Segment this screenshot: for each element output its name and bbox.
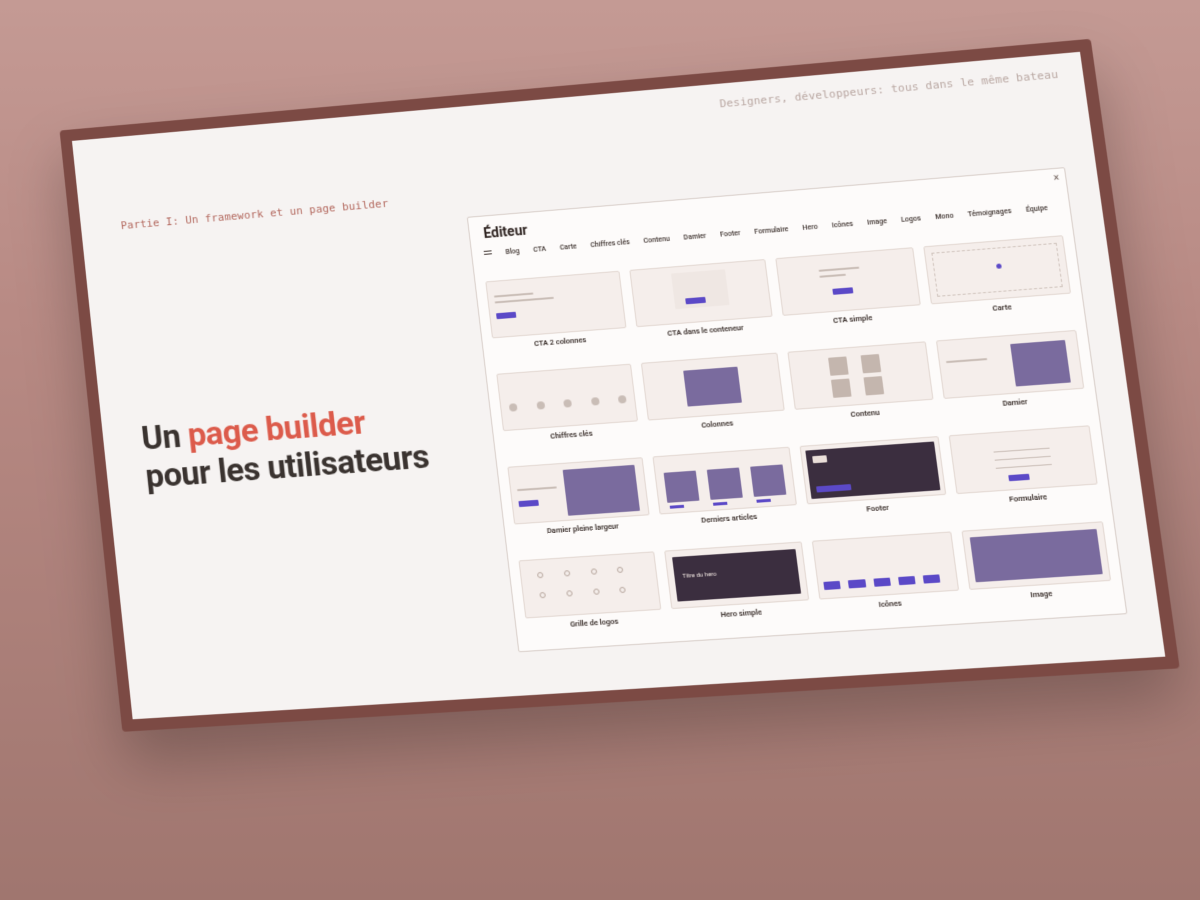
- thumb-grille-logos: [518, 551, 661, 618]
- thumb-cta-2-colonnes: [485, 271, 626, 339]
- block-label: Formulaire: [1009, 492, 1048, 504]
- block-cta-2-colonnes[interactable]: CTA 2 colonnes: [485, 271, 630, 366]
- close-icon[interactable]: ×: [1053, 173, 1060, 184]
- block-label: CTA 2 colonnes: [534, 335, 587, 348]
- block-label: Colonnes: [701, 418, 734, 429]
- block-footer[interactable]: Footer: [800, 436, 951, 533]
- thumb-hero-simple: Titre du hero: [664, 541, 809, 609]
- thumb-damier: [936, 330, 1084, 399]
- tab-blog[interactable]: Blog: [505, 247, 520, 256]
- slide-body: Un page builder pour les utilisateurs × …: [72, 52, 1165, 719]
- thumb-footer: [800, 436, 947, 504]
- block-icones[interactable]: Icônes: [812, 531, 963, 628]
- block-hero-simple[interactable]: Titre du hero Hero simple: [664, 541, 813, 637]
- block-image[interactable]: Image: [962, 521, 1116, 618]
- block-grille-logos[interactable]: Grille de logos: [518, 551, 664, 646]
- block-label: Damier: [1002, 397, 1028, 408]
- tab-damier[interactable]: Damier: [683, 232, 706, 242]
- editor-block-grid: CTA 2 colonnes CTA dans le conteneur CTA…: [485, 235, 1114, 640]
- tab-chiffres[interactable]: Chiffres clés: [590, 238, 630, 249]
- tab-temoignages[interactable]: Témoignages: [967, 207, 1012, 219]
- tab-menu-icon[interactable]: [484, 249, 493, 257]
- block-derniers-articles[interactable]: Derniers articles: [652, 447, 800, 543]
- tab-image[interactable]: Image: [867, 217, 888, 227]
- block-cta-simple[interactable]: CTA simple: [775, 247, 924, 344]
- block-chiffres-cles[interactable]: Chiffres clés: [496, 364, 641, 459]
- tab-mono[interactable]: Mono: [935, 212, 954, 221]
- editor-title: Éditeur: [483, 223, 529, 242]
- block-label: Icônes: [878, 598, 902, 609]
- block-colonnes[interactable]: Colonnes: [641, 353, 789, 449]
- block-label: Damier pleine largeur: [546, 521, 619, 535]
- tab-logos[interactable]: Logos: [901, 214, 922, 224]
- projected-slide: Designers, développeurs: tous dans le mê…: [60, 39, 1180, 732]
- thumb-image: [962, 521, 1112, 590]
- block-damier[interactable]: Damier: [936, 330, 1088, 427]
- block-contenu[interactable]: Contenu: [787, 341, 937, 438]
- thumb-carte: [923, 235, 1071, 304]
- tab-equipe[interactable]: Équipe: [1025, 204, 1048, 214]
- headline-prefix: Un: [139, 416, 189, 458]
- block-label: Chiffres clés: [550, 429, 593, 441]
- block-formulaire[interactable]: Formulaire: [949, 425, 1102, 522]
- block-label: CTA simple: [833, 313, 873, 325]
- thumb-cta-simple: [775, 247, 921, 316]
- tab-contenu[interactable]: Contenu: [643, 235, 670, 245]
- thumb-icones: [812, 531, 959, 599]
- thumb-cta-conteneur: [629, 259, 772, 327]
- block-carte[interactable]: Carte: [923, 235, 1075, 332]
- tab-icones[interactable]: Icônes: [831, 220, 853, 230]
- tab-formulaire[interactable]: Formulaire: [754, 225, 789, 236]
- thumb-derniers-articles: [652, 447, 796, 515]
- tab-hero[interactable]: Hero: [802, 223, 818, 232]
- block-damier-pleine-largeur[interactable]: Damier pleine largeur: [507, 457, 653, 552]
- tab-footer[interactable]: Footer: [720, 229, 741, 239]
- thumb-contenu: [787, 341, 933, 410]
- block-label: Hero simple: [720, 607, 762, 619]
- thumb-colonnes: [641, 353, 785, 421]
- map-pin-icon: [996, 264, 1002, 269]
- block-label: Carte: [992, 302, 1012, 313]
- editor-panel: × Éditeur Blog CTA Carte Chiffres clés C…: [467, 167, 1128, 652]
- block-label: Image: [1030, 589, 1053, 600]
- thumb-formulaire: [949, 425, 1098, 494]
- tab-carte[interactable]: Carte: [559, 242, 577, 251]
- slide-headline: Un page builder pour les utilisateurs: [140, 396, 478, 497]
- block-label: Contenu: [850, 408, 880, 419]
- block-label: Footer: [866, 503, 890, 514]
- thumb-damier-pleine-largeur: [507, 457, 649, 524]
- thumb-chiffres: [496, 364, 638, 432]
- block-label: Grille de logos: [570, 617, 619, 629]
- block-label: Derniers articles: [701, 512, 758, 525]
- tab-cta[interactable]: CTA: [533, 245, 547, 254]
- block-cta-dans-conteneur[interactable]: CTA dans le conteneur: [629, 259, 776, 355]
- block-label: CTA dans le conteneur: [667, 323, 744, 338]
